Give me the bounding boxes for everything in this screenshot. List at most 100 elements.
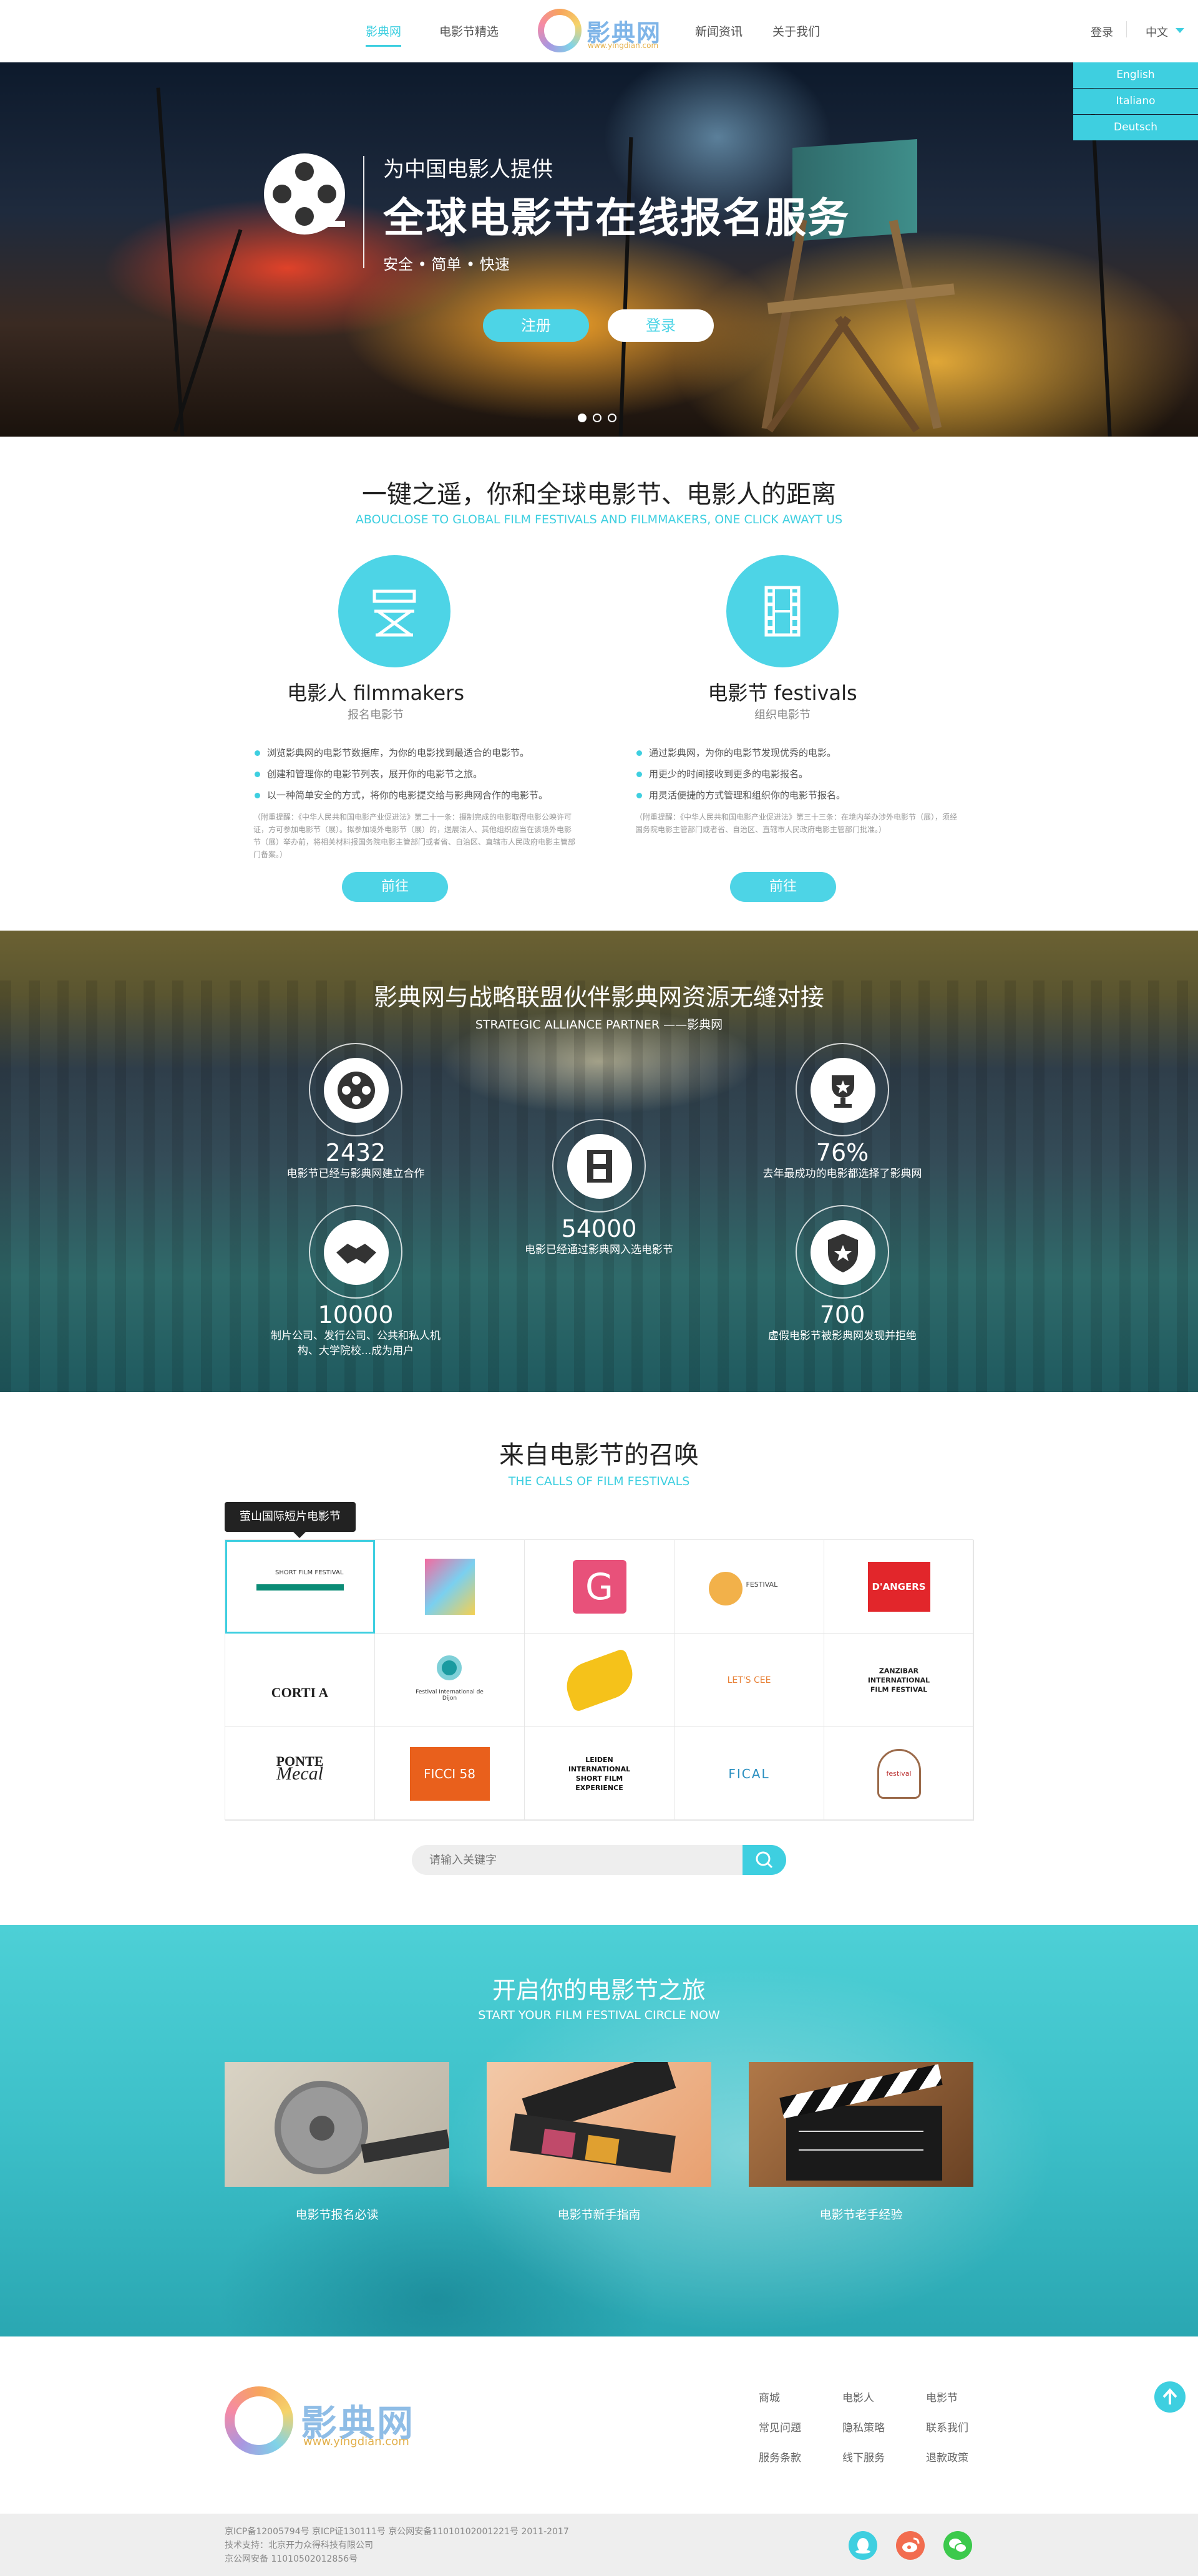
festival-logo[interactable]: festival bbox=[824, 1727, 974, 1821]
festival-logo[interactable]: FICCI 58 bbox=[375, 1727, 525, 1821]
login-button[interactable]: 登录 bbox=[608, 309, 714, 342]
stat-festivals: 2432 电影节已经与影典网建立合作 bbox=[231, 1043, 480, 1181]
nav-home[interactable]: 影典网 bbox=[366, 22, 402, 47]
clapperboard-photo bbox=[749, 2062, 973, 2187]
chevron-down-icon[interactable] bbox=[1176, 28, 1184, 33]
stats-subtitle: STRATEGIC ALLIANCE PARTNER ——影典网 bbox=[475, 1018, 723, 1032]
features-title: 一键之遥，你和全球电影节、电影人的距离 bbox=[362, 480, 836, 509]
hero-headline: 全球电影节在线报名服务 bbox=[383, 194, 850, 242]
hero-divider bbox=[363, 156, 364, 268]
stat-label: 电影节已经与影典网建立合作 bbox=[286, 1168, 425, 1180]
film-reel-icon bbox=[309, 1043, 402, 1136]
feature-title: 电影节 festivals bbox=[708, 681, 857, 705]
tripod-decor bbox=[618, 137, 633, 437]
festival-logo[interactable]: Mecal bbox=[225, 1727, 375, 1821]
language-option-deutsch[interactable]: Deutsch bbox=[1073, 115, 1198, 140]
feature-subtitle: 组织电影节 bbox=[754, 709, 811, 722]
footer-link[interactable]: 电影人 bbox=[842, 2389, 874, 2404]
stat-number: 76% bbox=[816, 1139, 869, 1166]
journey-subtitle: START YOUR FILM FESTIVAL CIRCLE NOW bbox=[478, 2008, 720, 2022]
trophy-icon bbox=[796, 1043, 889, 1136]
festival-logo[interactable]: FESTIVAL bbox=[674, 1540, 824, 1634]
qq-icon[interactable] bbox=[849, 2531, 877, 2560]
arrow-up-icon bbox=[1162, 2388, 1177, 2404]
nav-festival-picks[interactable]: 电影节精选 bbox=[439, 22, 499, 39]
language-select[interactable]: 中文 bbox=[1146, 24, 1168, 40]
list-item: 以一种简单安全的方式，将你的电影提交给与影典网合作的电影节。 bbox=[253, 785, 590, 806]
calls-title: 来自电影节的召唤 bbox=[499, 1441, 699, 1470]
festival-logo[interactable]: LET'S CEE bbox=[674, 1634, 824, 1727]
stat-label: 电影已经通过影典网入选电影节 bbox=[525, 1244, 673, 1256]
tripod-decor bbox=[173, 229, 243, 432]
footer-link[interactable]: 线下服务 bbox=[842, 2449, 885, 2464]
wechat-icon[interactable] bbox=[943, 2531, 972, 2560]
footer-link[interactable]: 联系我们 bbox=[926, 2419, 968, 2434]
logo-mark-icon bbox=[538, 9, 582, 52]
handshake-icon bbox=[309, 1205, 402, 1299]
festival-logo[interactable]: G bbox=[525, 1540, 674, 1634]
footer-link[interactable]: 电影节 bbox=[926, 2389, 958, 2404]
search-button[interactable] bbox=[743, 1845, 786, 1875]
shield-star-icon bbox=[796, 1205, 889, 1299]
legal-note: （附重提醒：《中华人民共和国电影产业促进法》第二十一条：摄制完成的电影取得电影公… bbox=[253, 813, 576, 859]
login-link[interactable]: 登录 bbox=[1091, 24, 1113, 40]
site-logo[interactable]: 影典网 www.yingdian.com bbox=[538, 9, 663, 52]
calls-subtitle: THE CALLS OF FILM FESTIVALS bbox=[508, 1474, 690, 1488]
footer-bottom-bar bbox=[0, 2514, 1198, 2576]
journey-card[interactable]: 电影节老手经验 bbox=[749, 2062, 973, 2222]
hero-line1: 为中国电影人提供 bbox=[383, 157, 553, 182]
back-to-top-button[interactable] bbox=[1154, 2381, 1186, 2413]
stat-fake: 700 虚假电影节被影典网发现并拒绝 bbox=[718, 1205, 967, 1344]
footer-link[interactable]: 商城 bbox=[759, 2389, 780, 2404]
footer-link[interactable]: 隐私策略 bbox=[842, 2419, 885, 2434]
festival-logo[interactable]: SHORT FILM FESTIVAL bbox=[225, 1540, 375, 1634]
journey-card[interactable]: 电影节报名必读 bbox=[225, 2062, 449, 2222]
journey-card[interactable]: 电影节新手指南 bbox=[487, 2062, 711, 2222]
festivals-go-button[interactable]: 前往 bbox=[730, 872, 836, 902]
search-icon bbox=[756, 1851, 773, 1869]
list-item: 创建和管理你的电影节列表，展开你的电影节之旅。 bbox=[253, 763, 590, 785]
festival-logo[interactable]: FICAL bbox=[674, 1727, 824, 1821]
directors-chair-icon bbox=[338, 555, 450, 667]
logo-caption: Festival International de Dijon bbox=[416, 1688, 484, 1702]
hero-tagline: 安全 • 简单 • 快速 bbox=[383, 256, 510, 273]
stat-label: 去年最成功的电影都选择了影典网 bbox=[762, 1168, 922, 1180]
footer-link[interactable]: 服务条款 bbox=[759, 2449, 801, 2464]
footer-link[interactable]: 退款政策 bbox=[926, 2449, 968, 2464]
language-option-english[interactable]: English bbox=[1073, 62, 1198, 88]
register-button[interactable]: 注册 bbox=[483, 309, 589, 342]
footer-logo-mark-icon[interactable] bbox=[225, 2386, 293, 2455]
stats-title: 影典网与战略联盟伙伴影典网资源无缝对接 bbox=[373, 984, 824, 1011]
carousel-dots bbox=[578, 413, 623, 425]
search-input[interactable] bbox=[412, 1845, 743, 1875]
nav-about[interactable]: 关于我们 bbox=[772, 22, 820, 39]
legal-text: 技术支持：北京开力众得科技有限公司 bbox=[225, 2540, 373, 2550]
legal-note: （附重提醒：《中华人民共和国电影产业促进法》第三十三条：在境内举办涉外电影节（展… bbox=[635, 813, 958, 834]
festival-logo[interactable]: ZANZIBAR INTERNATIONAL FILM FESTIVAL bbox=[824, 1634, 974, 1727]
language-option-italiano[interactable]: Italiano bbox=[1073, 89, 1198, 114]
nav-news[interactable]: 新闻资讯 bbox=[695, 22, 743, 39]
carousel-dot[interactable] bbox=[608, 414, 616, 422]
footer-logo-url: www.yingdian.com bbox=[303, 2435, 409, 2448]
festival-logo[interactable] bbox=[525, 1634, 674, 1727]
carousel-dot[interactable] bbox=[593, 414, 601, 422]
festival-logo[interactable]: CORTI A PONTE bbox=[225, 1634, 375, 1769]
festival-logo[interactable] bbox=[375, 1540, 525, 1634]
stat-number: 54000 bbox=[561, 1215, 637, 1242]
weibo-icon[interactable] bbox=[896, 2531, 925, 2560]
footer-link[interactable]: 常见问题 bbox=[759, 2419, 801, 2434]
tripod-decor bbox=[156, 87, 185, 437]
stat-number: 10000 bbox=[318, 1301, 394, 1329]
festival-logo[interactable]: D'ANGERS bbox=[824, 1540, 974, 1634]
list-item: 通过影典网，为你的电影节发现优秀的电影。 bbox=[635, 742, 960, 763]
filmmakers-go-button[interactable]: 前往 bbox=[342, 872, 448, 902]
carousel-dot[interactable] bbox=[578, 414, 587, 422]
festival-logo[interactable]: LEIDEN INTERNATIONAL SHORT FILM EXPERIEN… bbox=[525, 1727, 674, 1821]
stat-users: 10000 制片公司、发行公司、公共和私人机构、大学院校...成为用户 bbox=[231, 1205, 480, 1358]
stats-section: 影典网与战略联盟伙伴影典网资源无缝对接 STRATEGIC ALLIANCE P… bbox=[0, 931, 1198, 1392]
list-item: 用更少的时间接收到更多的电影报名。 bbox=[635, 763, 960, 785]
header: 影典网 电影节精选 影典网 www.yingdian.com 新闻资讯 关于我们… bbox=[0, 0, 1198, 62]
film-reel-photo bbox=[225, 2062, 449, 2187]
stat-label: 制片公司、发行公司、公共和私人机构、大学院校...成为用户 bbox=[271, 1330, 441, 1357]
festival-logo[interactable]: Festival International de Dijon bbox=[375, 1634, 525, 1727]
